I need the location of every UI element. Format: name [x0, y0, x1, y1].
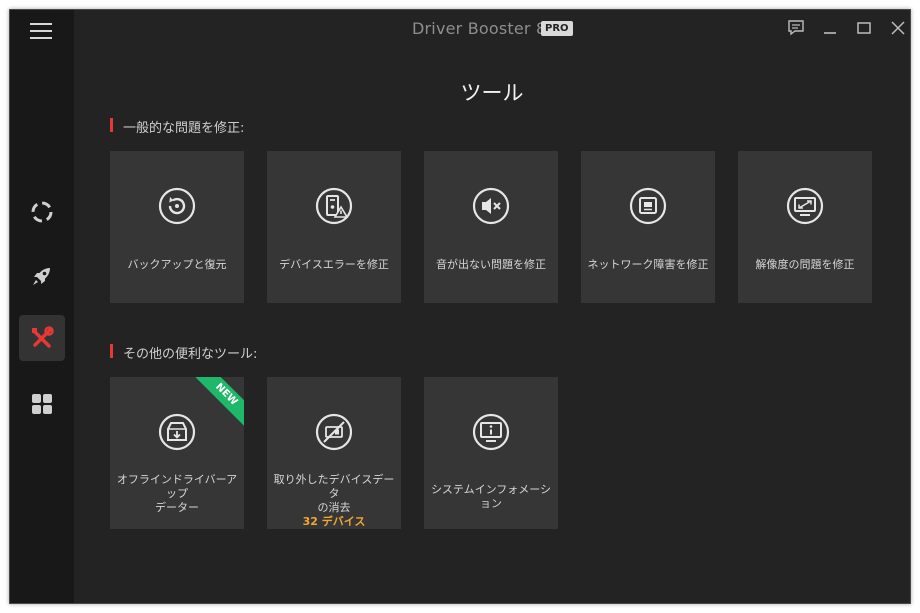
rocket-icon [33, 268, 50, 285]
network-icon [629, 187, 667, 225]
device-count: 32 デバイス [302, 515, 366, 528]
offline-updater-icon [158, 413, 196, 451]
minimize-button[interactable] [820, 18, 840, 38]
maximize-icon [857, 22, 871, 34]
restore-icon [158, 187, 196, 225]
app-window: Driver Booster 8 PRO ツール 一般的な問題を修正: バックア… [9, 9, 911, 604]
tool-label: 音が出ない問題を修正 [436, 258, 546, 271]
feedback-button[interactable] [786, 18, 806, 38]
tool-card-remove-device-data[interactable]: 取り外したデバイスデータ の消去 32 デバイス [267, 377, 401, 529]
resolution-icon [786, 187, 824, 225]
tool-label: ネットワーク障害を修正 [587, 258, 709, 271]
minimize-icon [824, 32, 836, 34]
app-title: Driver Booster 8 [412, 19, 547, 38]
tool-label-line1: 取り外したデバイスデータ [273, 473, 395, 500]
menu-icon[interactable] [30, 23, 52, 39]
tool-card-device-error[interactable]: デバイスエラーを修正 [267, 151, 401, 303]
tool-card-system-info[interactable]: システムインフォメーション [424, 377, 558, 529]
tool-card-no-sound[interactable]: 音が出ない問題を修正 [424, 151, 558, 303]
lifebuoy-icon [31, 201, 53, 223]
tool-label: デバイスエラーを修正 [279, 258, 389, 271]
grid-icon [32, 394, 52, 414]
tool-card-resolution[interactable]: 解像度の問題を修正 [738, 151, 872, 303]
tool-label-line1: オフラインドライバーアップ [116, 473, 238, 500]
tools-icon [32, 326, 54, 348]
sidebar-item-boost[interactable] [19, 253, 65, 299]
remove-device-data-icon [315, 413, 353, 451]
tool-label-line2: の消去 [317, 501, 351, 514]
sidebar-item-action-center[interactable] [19, 381, 65, 427]
sidebar-item-tools[interactable] [19, 315, 65, 361]
tool-label: 解像度の問題を修正 [755, 258, 855, 271]
close-button[interactable] [888, 18, 908, 38]
close-icon [891, 21, 905, 35]
tool-label: システムインフォメーション [430, 483, 552, 510]
device-error-icon [315, 187, 353, 225]
pro-badge: PRO [541, 21, 573, 36]
system-info-icon [472, 413, 510, 451]
tool-label: オフラインドライバーアップ データー [114, 473, 240, 515]
maximize-button[interactable] [854, 18, 874, 38]
tool-label-line2: データー [155, 501, 199, 514]
page-title: ツール [460, 81, 524, 105]
no-sound-icon [472, 187, 510, 225]
title-bar: Driver Booster 8 PRO [74, 10, 910, 48]
sidebar [10, 10, 74, 603]
feedback-icon [788, 20, 804, 36]
tool-card-backup-restore[interactable]: バックアップと復元 [110, 151, 244, 303]
tool-card-offline-updater[interactable]: NEW オフラインドライバーアップ データー [110, 377, 244, 529]
tool-card-network[interactable]: ネットワーク障害を修正 [581, 151, 715, 303]
new-ribbon: NEW [191, 377, 244, 430]
section-label-other-tools: その他の便利なツール: [110, 343, 257, 362]
sidebar-item-scan[interactable] [19, 189, 65, 235]
tool-label: 取り外したデバイスデータ の消去 32 デバイス [271, 473, 397, 529]
section-label-common-fixes: 一般的な問題を修正: [110, 117, 244, 136]
tool-label: バックアップと復元 [127, 258, 227, 271]
